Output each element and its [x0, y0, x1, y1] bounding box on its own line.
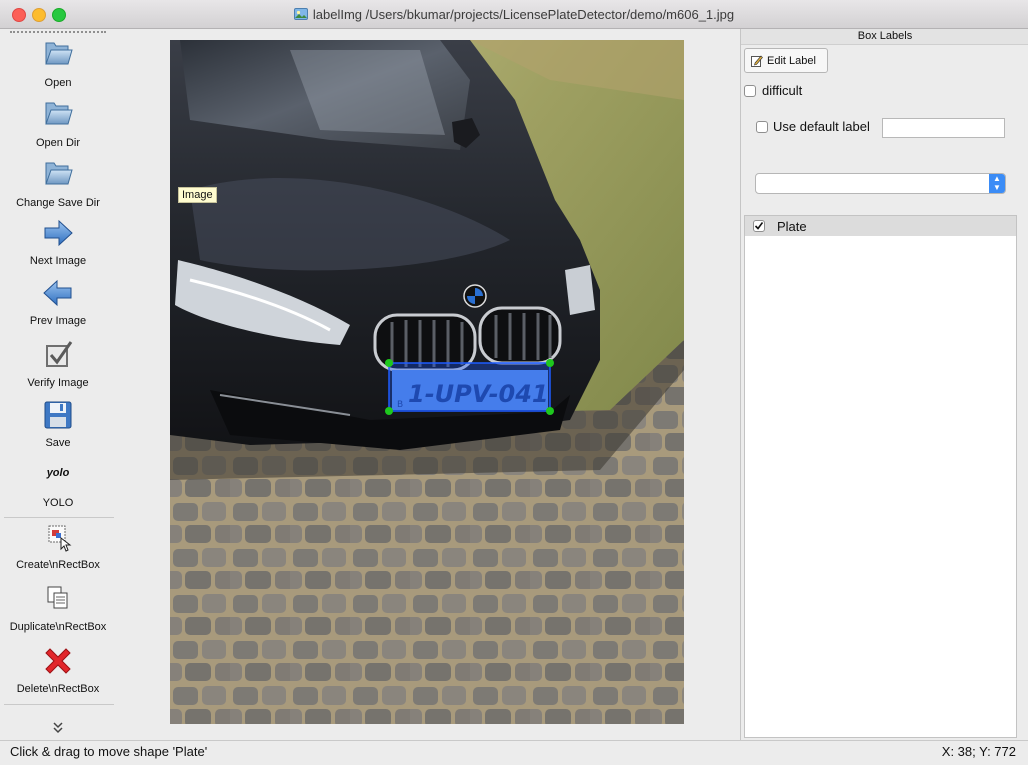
window-title: labelImg /Users/bkumar/projects/LicenseP… — [312, 6, 735, 22]
label-list-item-name: Plate — [777, 218, 807, 234]
duplicate-rectbox-label: Duplicate\nRectBox — [9, 621, 107, 633]
floppy-disk-icon — [44, 401, 72, 429]
delete-rectbox-button[interactable]: Delete\nRectBox — [0, 645, 116, 701]
plate-bounding-box[interactable] — [388, 362, 551, 412]
use-default-label-row: Use default label — [756, 119, 870, 134]
edit-pencil-icon — [751, 55, 763, 67]
yolo-format-button[interactable]: yolo YOLO — [0, 459, 116, 515]
use-default-label-checkbox[interactable] — [756, 120, 768, 133]
difficult-checkbox[interactable] — [744, 84, 756, 97]
verify-image-button[interactable]: Verify Image — [0, 339, 116, 395]
toolbar-separator — [4, 517, 114, 518]
status-message: Click & drag to move shape 'Plate' — [10, 744, 208, 759]
toolbar: Open Open Dir Change Save Dir Next Image… — [0, 29, 116, 740]
box-handle-bottom-right[interactable] — [546, 407, 554, 415]
save-label: Save — [45, 437, 71, 449]
folder-open-icon — [45, 162, 73, 185]
app-icon — [293, 8, 308, 20]
image-tooltip: Image — [178, 187, 217, 203]
delete-rectbox-label: Delete\nRectBox — [16, 683, 100, 695]
next-image-label: Next Image — [29, 255, 87, 267]
create-rectbox-button[interactable]: Create\nRectBox — [0, 521, 116, 577]
edit-label-text: Edit Label — [767, 54, 816, 67]
open-dir-button[interactable]: Open Dir — [0, 97, 116, 153]
checkmark-icon — [754, 222, 764, 230]
verify-image-label: Verify Image — [27, 377, 89, 389]
car-photo: 1-UPV-041 B — [170, 40, 684, 724]
delete-x-icon — [45, 648, 71, 674]
cursor-coordinates: X: 38; Y: 772 — [941, 744, 1016, 759]
arrow-left-icon — [43, 279, 72, 307]
toolbar-separator — [4, 704, 114, 705]
difficult-row: difficult — [744, 83, 802, 98]
title-bar: labelImg /Users/bkumar/projects/LicenseP… — [0, 0, 1028, 29]
label-visible-checkbox[interactable] — [753, 220, 765, 232]
box-labels-dock: Box Labels Edit Label difficult Use defa… — [740, 29, 1028, 740]
label-combo-box[interactable]: ▲ ▼ — [755, 173, 1006, 194]
combo-arrows-icon[interactable]: ▲ ▼ — [989, 174, 1005, 193]
open-button[interactable]: Open — [0, 37, 116, 93]
arrow-right-icon — [44, 219, 73, 247]
prev-image-button[interactable]: Prev Image — [0, 277, 116, 333]
folder-open-icon — [45, 102, 73, 125]
create-rectbox-label: Create\nRectBox — [16, 559, 100, 571]
toolbar-grip[interactable] — [10, 31, 106, 36]
status-bar: Click & drag to move shape 'Plate' X: 38… — [0, 740, 1028, 765]
folder-open-icon — [45, 42, 73, 65]
yolo-format-icon: yolo — [46, 467, 70, 479]
open-label: Open — [44, 77, 72, 89]
image-canvas[interactable]: 1-UPV-041 B — [170, 40, 684, 724]
window-title-wrap: labelImg /Users/bkumar/projects/LicenseP… — [0, 0, 1028, 28]
chevron-double-down-icon[interactable] — [51, 720, 65, 734]
difficult-label: difficult — [762, 83, 803, 98]
change-save-dir-label: Change Save Dir — [16, 197, 100, 209]
label-list-item[interactable]: Plate — [745, 216, 1016, 236]
create-rect-icon — [48, 525, 72, 552]
edit-label-button[interactable]: Edit Label — [744, 48, 828, 73]
box-handle-top-right[interactable] — [546, 359, 554, 367]
use-default-label-text: Use default label — [773, 119, 870, 134]
default-label-input[interactable] — [882, 118, 1005, 138]
save-button[interactable]: Save — [0, 399, 116, 455]
duplicate-rectbox-button[interactable]: Duplicate\nRectBox — [0, 583, 116, 639]
change-save-dir-button[interactable]: Change Save Dir — [0, 157, 116, 213]
checkbox-icon — [46, 341, 73, 367]
box-handle-bottom-left[interactable] — [385, 407, 393, 415]
yolo-label: YOLO — [42, 497, 74, 509]
duplicate-icon — [47, 586, 68, 609]
dock-title: Box Labels — [741, 29, 1028, 45]
box-handle-top-left[interactable] — [385, 359, 393, 367]
prev-image-label: Prev Image — [29, 315, 87, 327]
label-list[interactable]: Plate — [744, 215, 1017, 738]
open-dir-label: Open Dir — [35, 137, 81, 149]
next-image-button[interactable]: Next Image — [0, 217, 116, 273]
